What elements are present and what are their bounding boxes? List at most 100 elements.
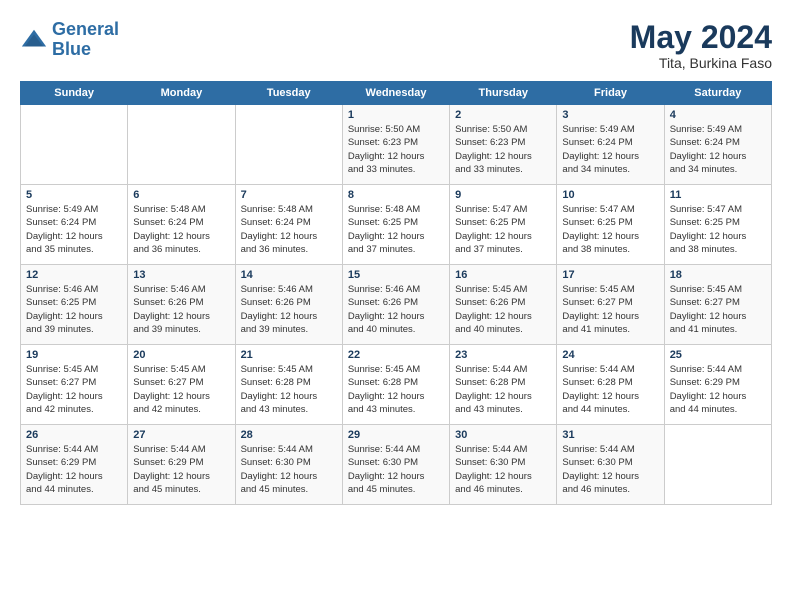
calendar-cell: 9 Sunrise: 5:47 AMSunset: 6:25 PMDaylight… [450,185,557,265]
day-info: Sunrise: 5:44 AMSunset: 6:30 PMDaylight:… [241,443,337,496]
day-number: 23 [455,349,551,361]
calendar-cell: 4 Sunrise: 5:49 AMSunset: 6:24 PMDaylight… [664,105,771,185]
day-number: 11 [670,189,766,201]
calendar-cell: 24 Sunrise: 5:44 AMSunset: 6:28 PMDayligh… [557,345,664,425]
day-info: Sunrise: 5:49 AMSunset: 6:24 PMDaylight:… [562,123,658,176]
col-sunday: Sunday [21,82,128,105]
page-header: General Blue May 2024 Tita, Burkina Faso [20,20,772,71]
day-number: 3 [562,109,658,121]
calendar-cell: 13 Sunrise: 5:46 AMSunset: 6:26 PMDayligh… [128,265,235,345]
day-info: Sunrise: 5:50 AMSunset: 6:23 PMDaylight:… [348,123,444,176]
calendar-cell [664,425,771,505]
day-number: 5 [26,189,122,201]
col-saturday: Saturday [664,82,771,105]
day-number: 30 [455,429,551,441]
day-info: Sunrise: 5:46 AMSunset: 6:26 PMDaylight:… [133,283,229,336]
day-number: 12 [26,269,122,281]
weekday-row: Sunday Monday Tuesday Wednesday Thursday… [21,82,772,105]
day-info: Sunrise: 5:45 AMSunset: 6:27 PMDaylight:… [670,283,766,336]
calendar-cell [21,105,128,185]
calendar-cell: 26 Sunrise: 5:44 AMSunset: 6:29 PMDayligh… [21,425,128,505]
logo-blue: Blue [52,39,91,59]
day-number: 19 [26,349,122,361]
col-thursday: Thursday [450,82,557,105]
day-info: Sunrise: 5:48 AMSunset: 6:24 PMDaylight:… [133,203,229,256]
col-friday: Friday [557,82,664,105]
day-info: Sunrise: 5:45 AMSunset: 6:27 PMDaylight:… [133,363,229,416]
month-year: May 2024 [630,20,772,55]
day-info: Sunrise: 5:44 AMSunset: 6:30 PMDaylight:… [348,443,444,496]
day-info: Sunrise: 5:46 AMSunset: 6:26 PMDaylight:… [241,283,337,336]
day-number: 17 [562,269,658,281]
calendar-week-2: 5 Sunrise: 5:49 AMSunset: 6:24 PMDaylight… [21,185,772,265]
calendar-header: Sunday Monday Tuesday Wednesday Thursday… [21,82,772,105]
day-info: Sunrise: 5:45 AMSunset: 6:28 PMDaylight:… [348,363,444,416]
logo-icon [20,26,48,54]
day-info: Sunrise: 5:49 AMSunset: 6:24 PMDaylight:… [26,203,122,256]
day-number: 20 [133,349,229,361]
day-number: 16 [455,269,551,281]
day-number: 8 [348,189,444,201]
day-number: 22 [348,349,444,361]
day-info: Sunrise: 5:47 AMSunset: 6:25 PMDaylight:… [670,203,766,256]
col-monday: Monday [128,82,235,105]
day-info: Sunrise: 5:44 AMSunset: 6:28 PMDaylight:… [562,363,658,416]
day-number: 4 [670,109,766,121]
day-number: 14 [241,269,337,281]
calendar-cell: 6 Sunrise: 5:48 AMSunset: 6:24 PMDaylight… [128,185,235,265]
day-number: 18 [670,269,766,281]
day-info: Sunrise: 5:49 AMSunset: 6:24 PMDaylight:… [670,123,766,176]
day-info: Sunrise: 5:46 AMSunset: 6:26 PMDaylight:… [348,283,444,336]
day-info: Sunrise: 5:48 AMSunset: 6:24 PMDaylight:… [241,203,337,256]
day-number: 21 [241,349,337,361]
day-number: 27 [133,429,229,441]
calendar-cell: 16 Sunrise: 5:45 AMSunset: 6:26 PMDayligh… [450,265,557,345]
day-info: Sunrise: 5:44 AMSunset: 6:29 PMDaylight:… [670,363,766,416]
calendar-cell: 10 Sunrise: 5:47 AMSunset: 6:25 PMDayligh… [557,185,664,265]
calendar-cell: 19 Sunrise: 5:45 AMSunset: 6:27 PMDayligh… [21,345,128,425]
calendar-cell: 17 Sunrise: 5:45 AMSunset: 6:27 PMDayligh… [557,265,664,345]
logo-general: General [52,19,119,39]
day-info: Sunrise: 5:45 AMSunset: 6:27 PMDaylight:… [562,283,658,336]
day-info: Sunrise: 5:44 AMSunset: 6:30 PMDaylight:… [455,443,551,496]
day-number: 2 [455,109,551,121]
calendar-body: 1 Sunrise: 5:50 AMSunset: 6:23 PMDaylight… [21,105,772,505]
calendar-cell: 2 Sunrise: 5:50 AMSunset: 6:23 PMDaylight… [450,105,557,185]
day-number: 24 [562,349,658,361]
day-info: Sunrise: 5:44 AMSunset: 6:30 PMDaylight:… [562,443,658,496]
calendar-cell: 22 Sunrise: 5:45 AMSunset: 6:28 PMDayligh… [342,345,449,425]
day-number: 13 [133,269,229,281]
calendar-cell: 25 Sunrise: 5:44 AMSunset: 6:29 PMDayligh… [664,345,771,425]
calendar-week-4: 19 Sunrise: 5:45 AMSunset: 6:27 PMDayligh… [21,345,772,425]
day-number: 26 [26,429,122,441]
calendar-week-3: 12Sunrise: 5:46 AMSunset: 6:25 PMDayligh… [21,265,772,345]
calendar-cell: 31 Sunrise: 5:44 AMSunset: 6:30 PMDayligh… [557,425,664,505]
title-block: May 2024 Tita, Burkina Faso [630,20,772,71]
day-info: Sunrise: 5:50 AMSunset: 6:23 PMDaylight:… [455,123,551,176]
day-number: 15 [348,269,444,281]
day-number: 6 [133,189,229,201]
day-number: 9 [455,189,551,201]
day-info: Sunrise: 5:44 AMSunset: 6:29 PMDaylight:… [26,443,122,496]
day-info: Sunrise: 5:44 AMSunset: 6:29 PMDaylight:… [133,443,229,496]
logo: General Blue [20,20,119,60]
day-info: Sunrise: 5:47 AMSunset: 6:25 PMDaylight:… [455,203,551,256]
location: Tita, Burkina Faso [630,55,772,71]
calendar-cell [235,105,342,185]
day-info: Sunrise: 5:45 AMSunset: 6:26 PMDaylight:… [455,283,551,336]
calendar-cell: 27 Sunrise: 5:44 AMSunset: 6:29 PMDayligh… [128,425,235,505]
day-number: 7 [241,189,337,201]
day-number: 10 [562,189,658,201]
calendar-cell [128,105,235,185]
day-number: 25 [670,349,766,361]
calendar-cell: 29Sunrise: 5:44 AMSunset: 6:30 PMDayligh… [342,425,449,505]
calendar-cell: 21Sunrise: 5:45 AMSunset: 6:28 PMDayligh… [235,345,342,425]
day-info: Sunrise: 5:45 AMSunset: 6:27 PMDaylight:… [26,363,122,416]
day-number: 1 [348,109,444,121]
calendar-cell: 30 Sunrise: 5:44 AMSunset: 6:30 PMDayligh… [450,425,557,505]
calendar-cell: 28 Sunrise: 5:44 AMSunset: 6:30 PMDayligh… [235,425,342,505]
calendar-cell: 20 Sunrise: 5:45 AMSunset: 6:27 PMDayligh… [128,345,235,425]
day-number: 28 [241,429,337,441]
day-info: Sunrise: 5:47 AMSunset: 6:25 PMDaylight:… [562,203,658,256]
day-number: 31 [562,429,658,441]
